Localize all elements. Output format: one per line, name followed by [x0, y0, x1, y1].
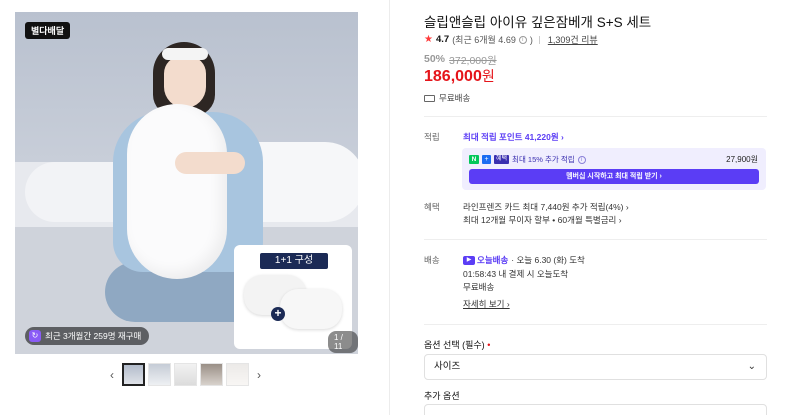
size-select[interactable]: 사이즈 ⌄ [424, 354, 767, 380]
extra-rate-text: 최대 15% 추가 적립 [512, 155, 575, 164]
plus-icon: + [271, 307, 285, 321]
thumbnail-prev-button[interactable]: ‹ [105, 368, 119, 382]
required-mark: • [487, 340, 491, 350]
brand-logo-badge: 별다배달 [25, 22, 71, 39]
thumbnail-4[interactable] [200, 363, 223, 386]
today-delivery-row: ▶ 오늘배송 · 오늘 6.30 (화) 도착 [463, 254, 585, 266]
delivery-countdown: 01:58:43 내 결제 시 오늘도착 [463, 269, 569, 279]
divider [538, 35, 540, 44]
thumbnail-strip: ‹ › [105, 363, 266, 386]
thumbnail-5[interactable] [226, 363, 249, 386]
delivery-label: 배송 [424, 255, 440, 265]
delivery-details-link[interactable]: 자세히 보기 › [463, 298, 510, 310]
today-delivery-text: 오늘배송 [477, 255, 509, 265]
thumbnail-next-button[interactable]: › [252, 368, 266, 382]
shipping-info: 무료배송 [424, 92, 470, 104]
card-benefit-link[interactable]: 라인프렌즈 카드 최대 7,440원 추가 적립(4%) › [463, 201, 629, 213]
repurchase-text: 최근 3개월간 259명 재구매 [45, 331, 142, 341]
section-divider [424, 239, 767, 240]
option-label-text: 옵션 선택 (필수) [424, 340, 485, 350]
info-icon[interactable]: i [518, 35, 527, 44]
points-label: 적립 [424, 132, 440, 142]
rating-recent-close: ) [529, 34, 533, 45]
add-option-select[interactable] [424, 404, 767, 415]
product-main-image[interactable]: 별다배달 1+1 구성 + ↻ 최근 3개월간 259명 재구매 1 / 11 [15, 12, 358, 354]
image-sleep-mask [162, 48, 208, 60]
image-model-face [164, 56, 206, 108]
max-point-link[interactable]: 최대 적립 포인트 41,220원 › [463, 131, 564, 143]
grade-badge: 혜택 [494, 155, 510, 164]
membership-row: N + 혜택 최대 15% 추가 적립 i [469, 154, 586, 165]
extra-point-amount: 27,900원 [726, 155, 758, 164]
rating-row: ★ 4.7 (최근 6개월 4.69 i ) 1,309건 리뷰 [424, 33, 598, 46]
today-delivery-eta: · 오늘 6.30 (화) 도착 [511, 255, 585, 265]
size-select-value: 사이즈 [434, 361, 461, 372]
installment-benefit-link[interactable]: 최대 12개월 무이자 할부 • 60개월 특별금리 › [463, 214, 622, 226]
sale-price-value: 186,000 [424, 68, 482, 85]
star-icon: ★ [424, 34, 433, 45]
benefits-label: 혜택 [424, 202, 440, 212]
today-delivery-icon: ▶ [463, 255, 475, 265]
shipping-free-text: 무료배송 [439, 93, 471, 103]
rating-score: 4.7 [435, 34, 450, 45]
review-count-link[interactable]: 1,309건 리뷰 [548, 33, 598, 46]
section-divider [424, 324, 767, 325]
thumbnail-3[interactable] [174, 363, 197, 386]
add-option-label: 추가 옵션 [424, 391, 460, 401]
delivery-fee: 무료배송 [463, 282, 495, 292]
image-hug-pillow [127, 104, 227, 279]
plus-membership-icon: + [482, 155, 491, 164]
naver-n-icon: N [469, 155, 479, 164]
membership-point-box: N + 혜택 최대 15% 추가 적립 i 27,900원 멤버십 시작하고 최… [462, 148, 766, 190]
thumbnail-2[interactable] [148, 363, 171, 386]
repurchase-icon: ↻ [29, 330, 41, 342]
image-counter: 1 / 11 [328, 331, 358, 353]
column-divider [389, 0, 390, 415]
info-icon[interactable]: i [577, 155, 586, 164]
repurchase-badge: ↻ 최근 3개월간 259명 재구매 [25, 327, 150, 345]
today-delivery-badge: ▶ 오늘배송 [463, 254, 508, 266]
rating-recent: (최근 6개월 4.69 [452, 35, 516, 45]
sale-price-unit: 원 [481, 68, 495, 84]
inset-pillow-2 [280, 289, 342, 329]
bundle-inset-label: 1+1 구성 [260, 253, 328, 269]
sale-price: 186,000원 [424, 66, 495, 86]
image-model-arm [175, 152, 245, 174]
chevron-down-icon: ⌄ [747, 361, 756, 372]
section-divider [424, 116, 767, 117]
truck-icon [424, 94, 435, 102]
thumbnail-1[interactable] [122, 363, 145, 386]
product-title: 슬립앤슬립 아이유 깊은잠베개 S+S 세트 [424, 15, 652, 30]
option-label: 옵션 선택 (필수) • [424, 338, 490, 351]
membership-cta-button[interactable]: 멤버십 시작하고 최대 적립 받기 › [469, 169, 759, 184]
